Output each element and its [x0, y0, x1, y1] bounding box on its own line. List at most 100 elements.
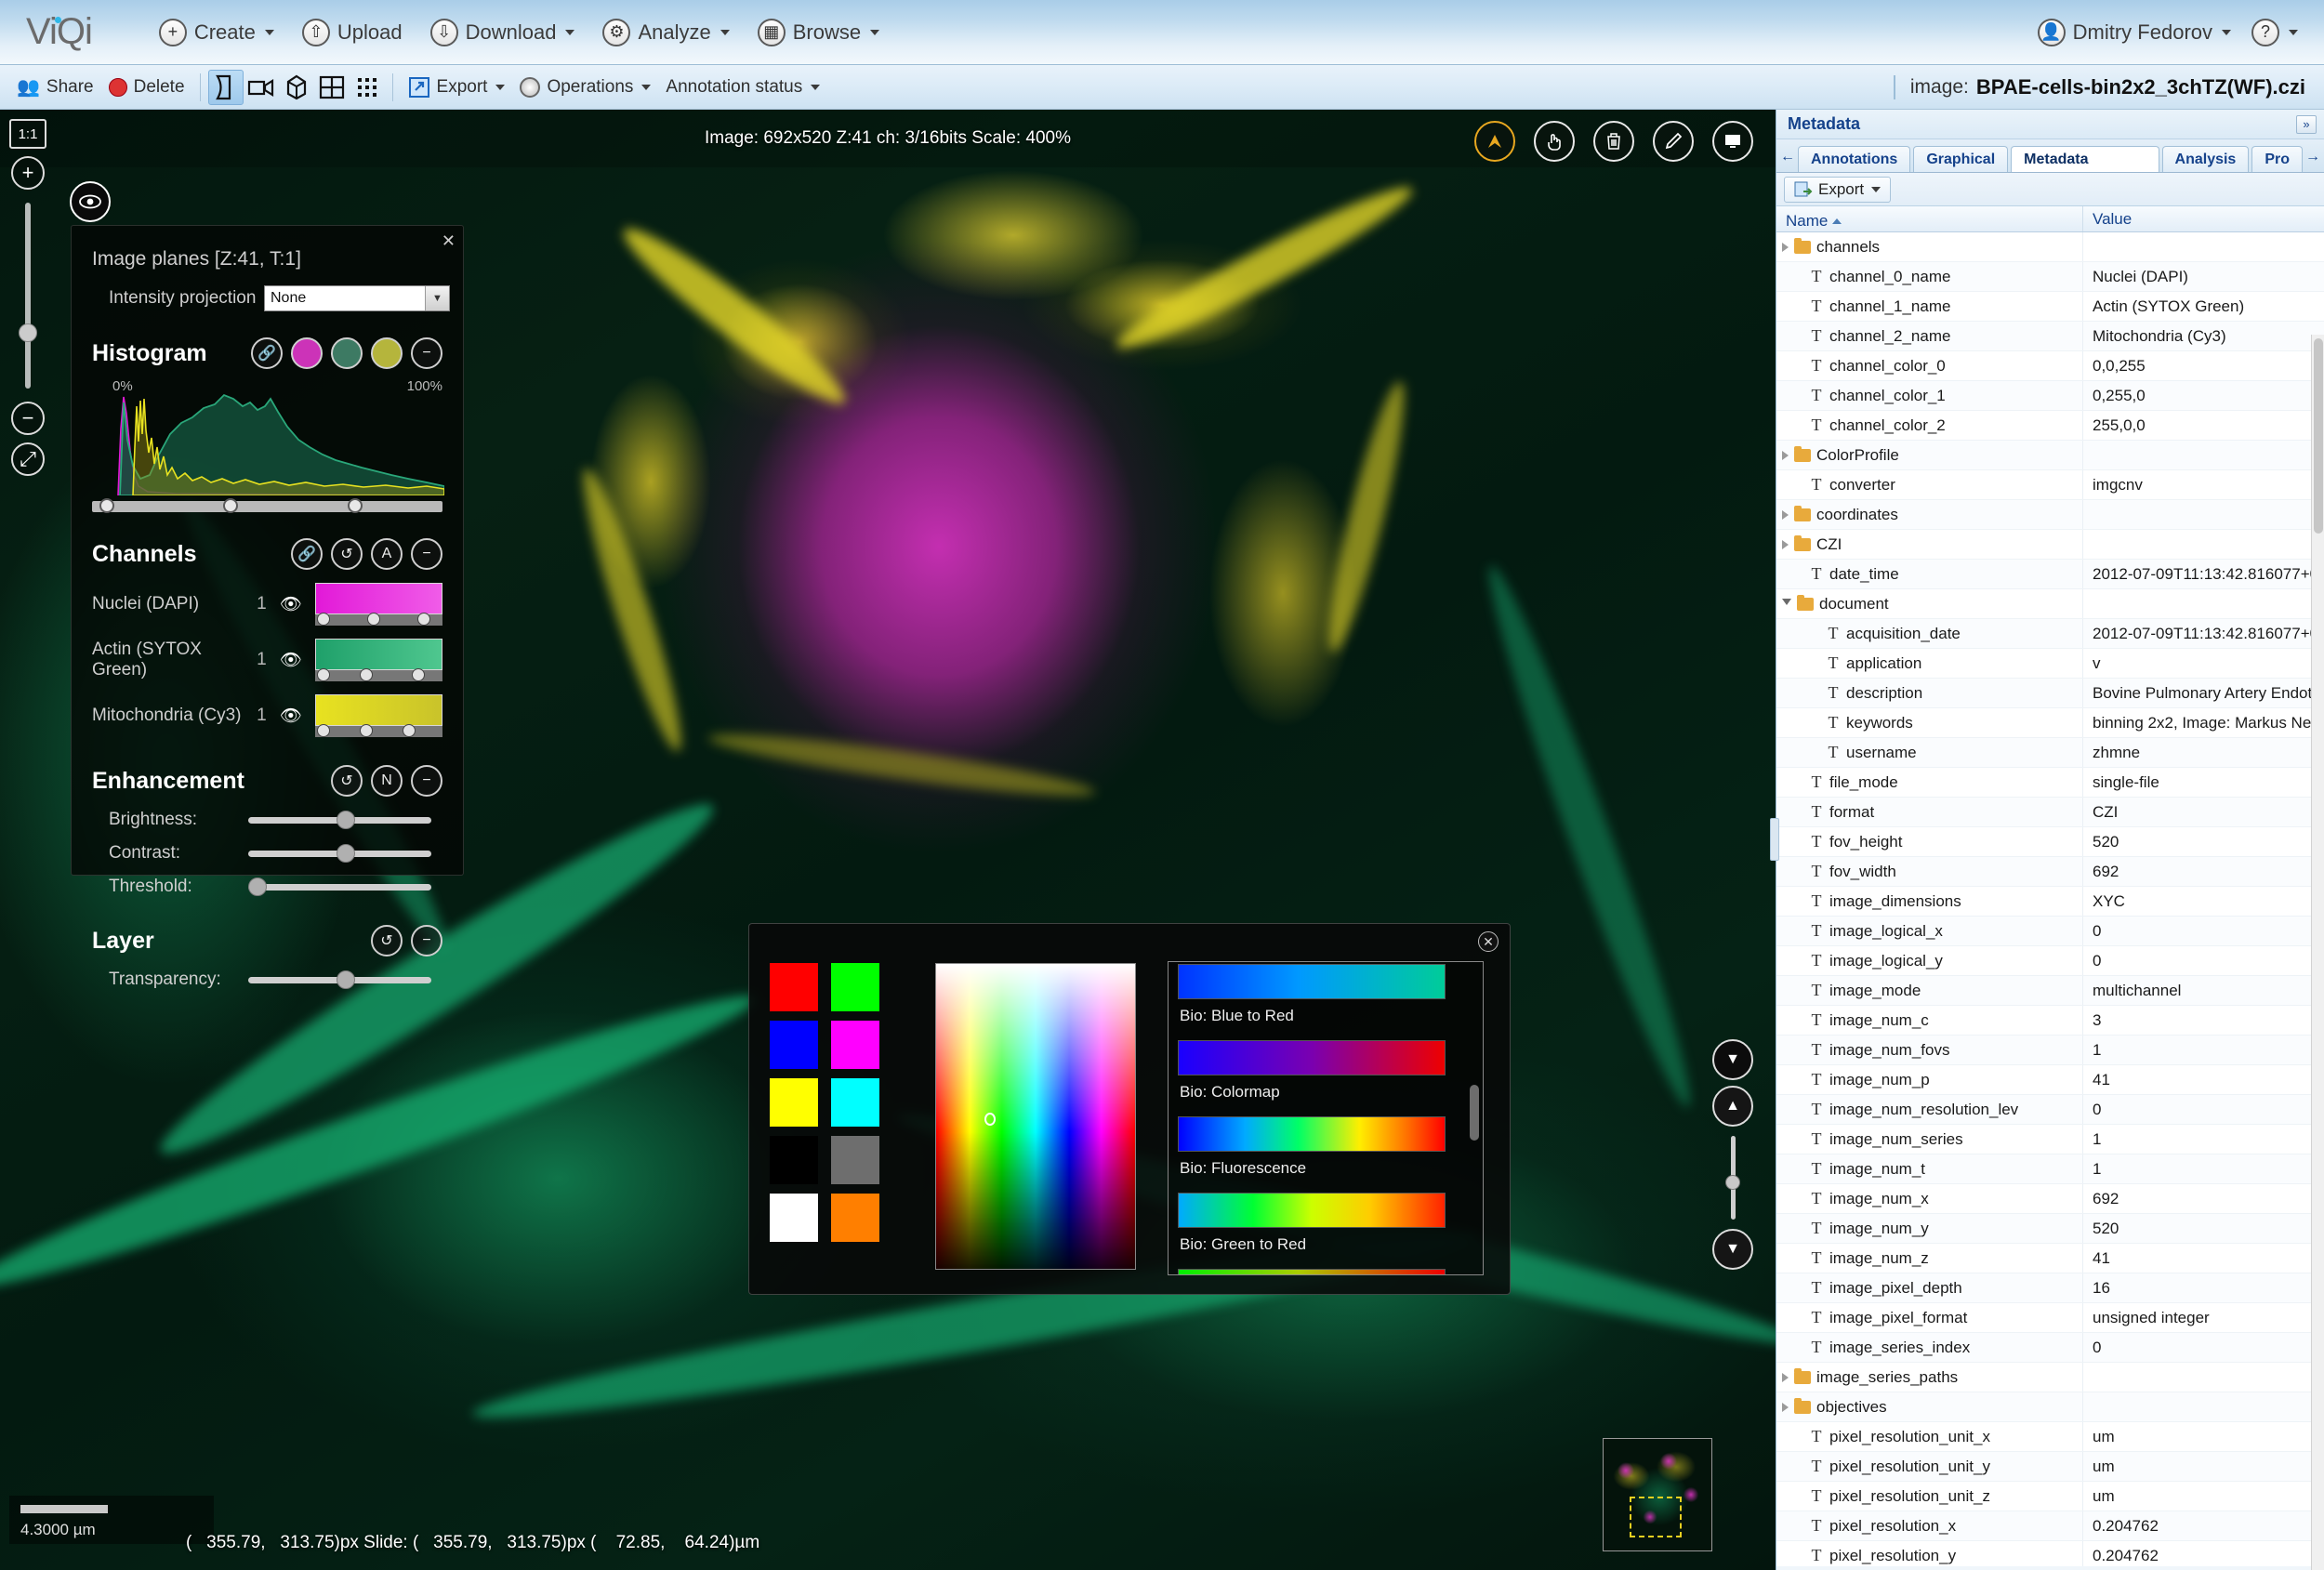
nav-down-button[interactable]: ▼: [1712, 1229, 1753, 1270]
pencil-edit-icon[interactable]: [1653, 121, 1694, 162]
overview-thumbnail[interactable]: [1603, 1438, 1712, 1551]
table-row[interactable]: Timage_logical_y 0: [1776, 946, 2324, 976]
menu-create[interactable]: + Create: [158, 18, 274, 46]
tab-analysis[interactable]: Analysis: [2161, 146, 2250, 172]
swatch-red[interactable]: [770, 963, 818, 1011]
table-row[interactable]: Tdate_time 2012-07-09T11:13:42.816077+02:…: [1776, 560, 2324, 589]
enhancement-collapse-icon[interactable]: −: [411, 765, 442, 797]
channel-slider[interactable]: [314, 724, 442, 737]
zoom-slider-knob[interactable]: [19, 323, 37, 342]
plane-slider[interactable]: [1724, 1136, 1740, 1220]
histogram-collapse-icon[interactable]: −: [411, 337, 442, 369]
histogram-channel-1-color-button[interactable]: [331, 337, 363, 369]
share-button[interactable]: 👥 Share: [9, 69, 101, 106]
transparency-slider-handle[interactable]: [336, 970, 355, 989]
channel-slider-handle-high[interactable]: [402, 724, 416, 737]
colormap-item-4[interactable]: [1169, 1267, 1483, 1274]
menu-analyze[interactable]: ⚙ Analyze: [602, 18, 730, 46]
tiles-view-button[interactable]: [350, 70, 385, 105]
brightness-slider-handle[interactable]: [336, 810, 355, 829]
channel-visibility-eye-icon[interactable]: 👁: [280, 649, 302, 671]
movie-view-button[interactable]: [244, 70, 279, 105]
metadata-grid-body[interactable]: channels Tchannel_0_name Nuclei (DAPI) Tcha…: [1776, 232, 2324, 1566]
export-button[interactable]: Export: [401, 69, 513, 106]
scrollbar-thumb[interactable]: [2314, 338, 2323, 534]
column-header-value[interactable]: Value: [2083, 206, 2324, 231]
nav-down-play-button[interactable]: ▼: [1712, 1039, 1753, 1080]
colormap-scrollbar[interactable]: [1470, 1085, 1479, 1141]
pointer-hand-icon[interactable]: [1534, 121, 1575, 162]
table-row[interactable]: Tchannel_0_name Nuclei (DAPI): [1776, 262, 2324, 292]
table-row[interactable]: image_series_paths: [1776, 1363, 2324, 1392]
colormap-item-0[interactable]: Bio: Blue to Red: [1169, 962, 1483, 1038]
histogram-range-handle-high[interactable]: [348, 498, 363, 513]
table-row[interactable]: Tacquisition_date 2012-07-09T11:13:42.816…: [1776, 619, 2324, 649]
channel-slider[interactable]: [314, 613, 442, 626]
saturation-value-picker[interactable]: [935, 963, 1136, 1270]
table-row[interactable]: Tfov_width 692: [1776, 857, 2324, 887]
screen-display-icon[interactable]: [1712, 121, 1753, 162]
table-row[interactable]: Timage_pixel_format unsigned integer: [1776, 1303, 2324, 1333]
channel-color-strip[interactable]: [314, 639, 442, 681]
enhancement-reset-icon[interactable]: ↺: [331, 765, 363, 797]
channel-color-strip[interactable]: [314, 694, 442, 737]
swatch-blue[interactable]: [770, 1021, 818, 1069]
viqi-logo[interactable]: ViQi: [26, 11, 93, 53]
channels-link-icon[interactable]: 🔗: [291, 538, 323, 570]
table-row[interactable]: Tchannel_color_1 0,255,0: [1776, 381, 2324, 411]
table-row[interactable]: Tkeywords binning 2x2, Image: Markus Neum…: [1776, 708, 2324, 738]
threshold-slider-handle[interactable]: [248, 877, 267, 896]
channel-gradient[interactable]: [314, 583, 442, 614]
channel-slider[interactable]: [314, 668, 442, 681]
grid-view-button[interactable]: [314, 70, 350, 105]
sv-gradient[interactable]: [936, 964, 1135, 1269]
histogram-range-handle-mid[interactable]: [223, 498, 238, 513]
expand-arrow-open-icon[interactable]: [1782, 598, 1791, 610]
table-row[interactable]: CZI: [1776, 530, 2324, 560]
user-menu[interactable]: 👤 Dmitry Fedorov: [2037, 18, 2231, 46]
close-icon[interactable]: ✕: [442, 231, 456, 251]
table-row[interactable]: Timage_num_y 520: [1776, 1214, 2324, 1244]
tab-metadata[interactable]: Metadata: [2011, 146, 2159, 172]
histogram-range-handle-low[interactable]: [99, 498, 114, 513]
table-row[interactable]: Tfov_height 520: [1776, 827, 2324, 857]
channel-visibility-eye-icon[interactable]: 👁: [280, 593, 302, 615]
brightness-slider[interactable]: [248, 810, 431, 829]
channel-color-strip[interactable]: [314, 583, 442, 626]
zoom-out-button[interactable]: −: [11, 402, 45, 435]
table-row[interactable]: Tpixel_resolution_unit_z um: [1776, 1482, 2324, 1511]
channel-slider-handle-high[interactable]: [411, 668, 425, 681]
channels-auto-icon[interactable]: A: [371, 538, 403, 570]
table-row[interactable]: Timage_series_index 0: [1776, 1333, 2324, 1363]
volume-view-button[interactable]: [279, 70, 314, 105]
sv-cursor-icon[interactable]: [984, 1113, 996, 1126]
table-row[interactable]: Timage_num_c 3: [1776, 1006, 2324, 1036]
table-row[interactable]: Tfile_mode single-file: [1776, 768, 2324, 798]
metadata-export-button[interactable]: Export: [1784, 176, 1892, 203]
enhancement-normalize-icon[interactable]: N: [371, 765, 403, 797]
tab-provenance[interactable]: Pro: [2251, 146, 2303, 172]
table-row[interactable]: Tusername zhmne: [1776, 738, 2324, 768]
channel-slider-handle-mid[interactable]: [359, 668, 373, 681]
channel-gradient[interactable]: [314, 639, 442, 670]
page-view-button[interactable]: [207, 69, 244, 105]
histogram-channel-0-color-button[interactable]: [291, 337, 323, 369]
table-row[interactable]: document: [1776, 589, 2324, 619]
table-row[interactable]: Tformat CZI: [1776, 798, 2324, 827]
metadata-scrollbar[interactable]: [2311, 335, 2324, 1570]
channel-gradient[interactable]: [314, 694, 442, 726]
histogram-plot[interactable]: 0% 100%: [92, 378, 444, 495]
table-row[interactable]: objectives: [1776, 1392, 2324, 1422]
table-row[interactable]: Tpixel_resolution_unit_y um: [1776, 1452, 2324, 1482]
swatch-magenta[interactable]: [831, 1021, 879, 1069]
table-row[interactable]: Timage_num_x 692: [1776, 1184, 2324, 1214]
expand-arrow-closed-icon[interactable]: [1782, 1402, 1789, 1412]
tab-annotations[interactable]: Annotations: [1798, 146, 1911, 172]
viewport-roi-rect[interactable]: [1630, 1497, 1682, 1537]
tab-scroll-right-icon[interactable]: →: [2305, 149, 2320, 172]
expand-arrow-closed-icon[interactable]: [1782, 539, 1789, 549]
table-row[interactable]: channels: [1776, 232, 2324, 262]
table-row[interactable]: Tchannel_1_name Actin (SYTOX Green): [1776, 292, 2324, 322]
close-icon[interactable]: ✕: [1478, 931, 1499, 952]
expand-arrow-closed-icon[interactable]: [1782, 242, 1789, 252]
